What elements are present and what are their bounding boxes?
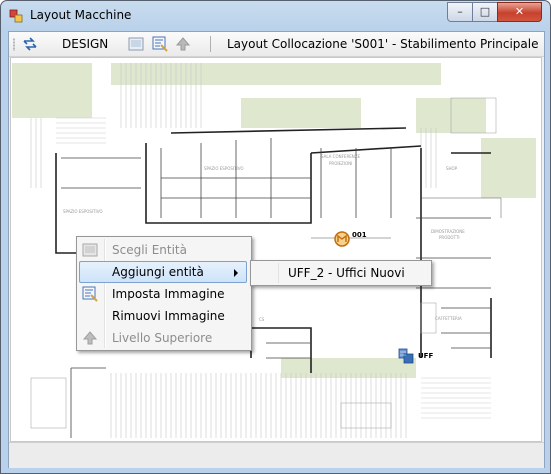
menu-item-rimuovi-immagine[interactable]: Rimuovi Immagine [79,305,247,327]
toolbar: DESIGN Layout Collocazione 'S001' - Stab… [9,32,544,57]
maximize-button[interactable]: □ [472,2,498,22]
menu-item-label: Aggiungi entità [112,265,204,279]
submenu-item-uff2[interactable]: UFF_2 - Uffici Nuovi [288,266,405,280]
toolbar-grip[interactable] [13,38,15,51]
marker-label-uff: UFF [418,352,433,360]
machine-marker-icon[interactable] [334,231,350,247]
swap-arrows-icon[interactable] [22,36,38,52]
status-strip [9,442,544,468]
app-window-icon [9,9,23,23]
set-image-icon [82,286,98,302]
label-caffetteria: CAFFETTERIA [435,316,462,321]
label-spazio-espositivo: SPAZIO ESPOSITIVO [204,166,244,171]
title-bar[interactable]: Layout Macchine – □ ✕ [1,1,550,31]
menu-item-label: Rimuovi Immagine [112,309,225,323]
label-cs: CS [259,317,265,322]
window-title: Layout Macchine [30,8,132,22]
menu-item-label: Scegli Entità [112,243,187,257]
label-shop: SHOP [446,166,458,171]
label-prodotti: PRODOTTI [439,235,460,240]
label-spazio-espositivo-2: SPAZIO ESPOSITIVO [63,209,103,214]
submenu-arrow-icon [234,269,238,277]
menu-item-label: Livello Superiore [112,331,213,345]
minimize-button[interactable]: – [447,2,473,22]
up-arrow-icon [82,331,98,345]
marker-label-001: 001 [352,231,367,239]
menu-item-label: Imposta Immagine [112,287,225,301]
menu-item-aggiungi-entita[interactable]: Aggiungi entità [79,261,247,283]
menu-item-imposta-immagine[interactable]: Imposta Immagine [79,283,247,305]
context-menu: Scegli Entità Aggiungi entità Imposta Im… [76,236,252,351]
location-title: Layout Collocazione 'S001' - Stabiliment… [227,37,539,51]
label-proiezioni: PROIEZIONI [329,161,352,166]
close-button[interactable]: ✕ [497,2,542,22]
submenu-icon-gutter [278,263,279,283]
image-icon[interactable] [128,36,144,52]
label-sala-conferenze: SALA CONFERENZE [321,154,360,159]
set-image-icon[interactable] [152,36,168,52]
context-submenu: UFF_2 - Uffici Nuovi [250,260,432,286]
menu-item-scegli-entita[interactable]: Scegli Entità [79,239,247,261]
label-dimostrazione: DIMOSTRAZIONE [431,229,465,234]
choose-entity-icon [82,243,98,257]
menu-item-livello-superiore[interactable]: Livello Superiore [79,327,247,349]
up-arrow-icon[interactable] [175,36,191,52]
design-mode-button[interactable]: DESIGN [62,37,108,51]
toolbar-separator [210,36,211,52]
